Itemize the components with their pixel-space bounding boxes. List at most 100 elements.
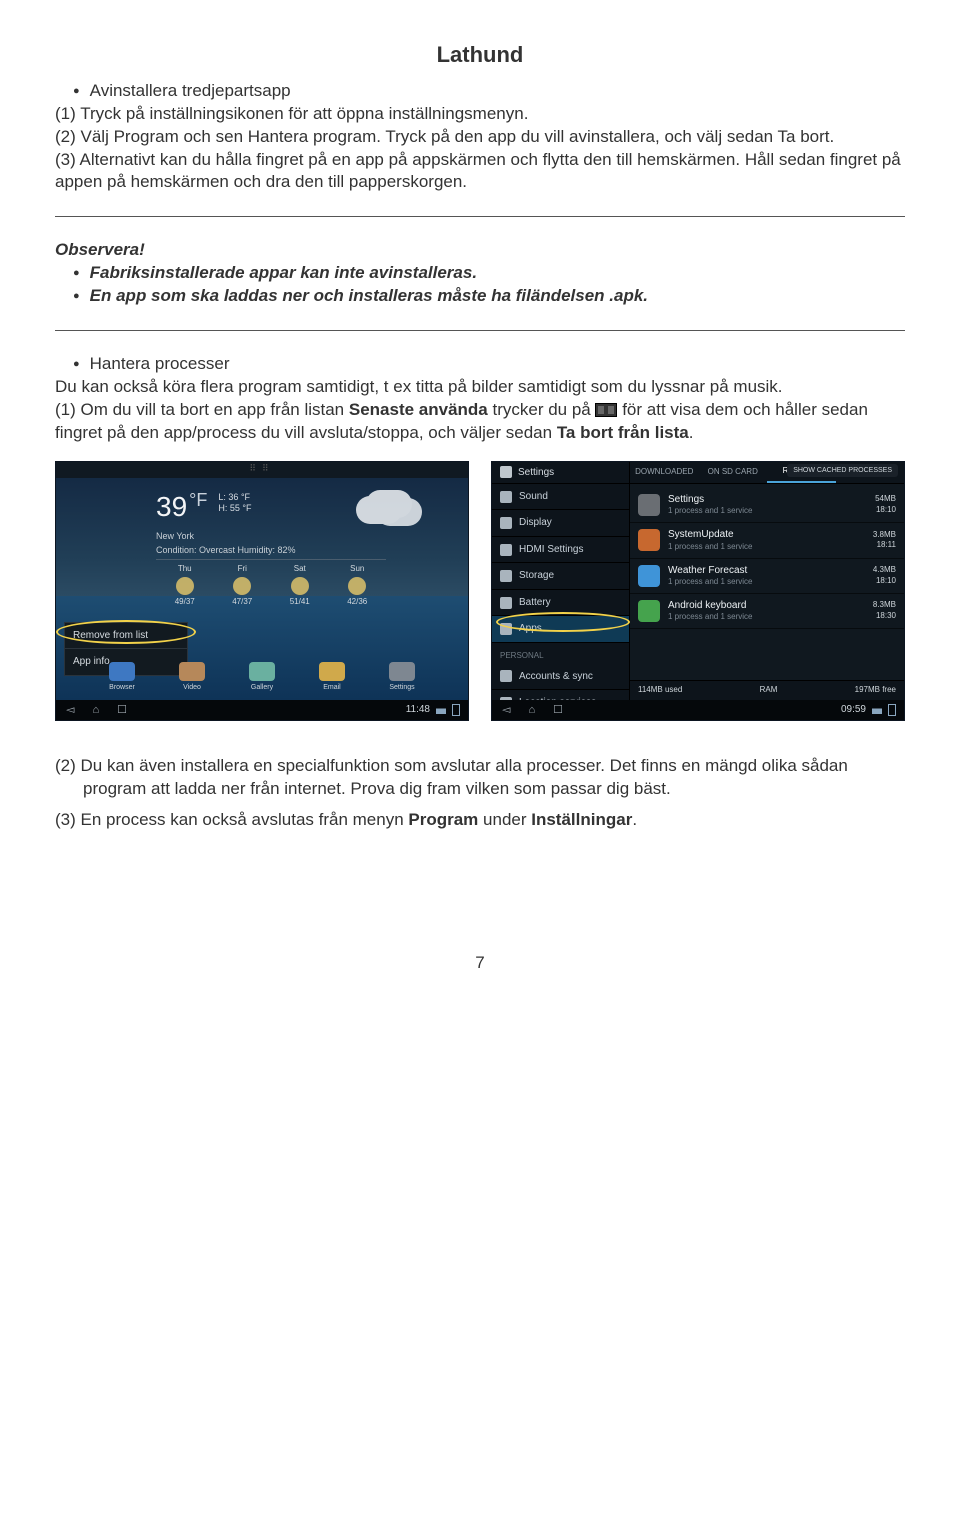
menu-display[interactable]: Display	[492, 510, 629, 537]
app-icon	[638, 600, 660, 622]
dock-browser[interactable]: Browser	[107, 662, 137, 692]
menu-label: Display	[519, 516, 552, 530]
dock: Browser Video Gallery Email Settings	[56, 654, 468, 700]
back-icon[interactable]: ◅	[66, 703, 74, 718]
app-row[interactable]: Android keyboard1 process and 1 service8…	[630, 594, 904, 629]
clock-time: 11:48	[406, 703, 430, 717]
app-time: 18:30	[873, 611, 896, 622]
wifi-icon	[872, 706, 882, 714]
app-size: 8.3MB	[873, 600, 896, 611]
temp-unit: °F	[189, 490, 207, 510]
app-row[interactable]: SystemUpdate1 process and 1 service3.8MB…	[630, 523, 904, 558]
dock-gallery[interactable]: Gallery	[247, 662, 277, 692]
app-icon	[638, 565, 660, 587]
home-icon[interactable]: ⌂	[92, 703, 99, 718]
t: Program	[408, 810, 478, 829]
app-sub: 1 process and 1 service	[668, 506, 867, 517]
menu-hdmi[interactable]: HDMI Settings	[492, 537, 629, 564]
storage-icon	[500, 570, 512, 582]
hdmi-icon	[500, 544, 512, 556]
note-heading: Observera!	[55, 239, 905, 262]
display-icon	[500, 517, 512, 529]
page-title: Lathund	[55, 40, 905, 70]
separator	[55, 330, 905, 331]
menu-label: Battery	[519, 596, 551, 610]
section1-heading-bullet: Avinstallera tredjepartsapp	[73, 80, 905, 103]
app-time: 18:11	[873, 540, 896, 551]
screenshot-home-context-menu: ⠿⠿ 39°F L: 36 °FH: 55 °F New York Condit…	[55, 461, 469, 721]
show-cached-button[interactable]: SHOW CACHED PROCESSES	[787, 464, 898, 477]
app-icon	[638, 529, 660, 551]
day-name: Fri	[214, 564, 272, 575]
weather-icon	[291, 577, 309, 595]
section3-step3: (3) En process kan också avslutas från m…	[55, 809, 905, 832]
ram-used: 114MB used	[638, 685, 682, 696]
screenshot-row: ⠿⠿ 39°F L: 36 °FH: 55 °F New York Condit…	[55, 461, 905, 721]
section1-step1: (1) Tryck på inställningsikonen för att …	[55, 103, 905, 126]
day-name: Thu	[156, 564, 214, 575]
temp-low: L: 36 °F	[218, 492, 250, 502]
battery-icon	[888, 704, 896, 716]
tab-sdcard[interactable]: ON SD CARD	[699, 462, 768, 483]
page-number: 7	[55, 952, 905, 975]
temp-value: 39	[156, 491, 187, 522]
section2-step1: (1) Om du vill ta bort en app från lista…	[55, 399, 905, 445]
app-name: Weather Forecast	[668, 564, 865, 578]
settings-title: Settings	[518, 466, 554, 480]
app-row[interactable]: Weather Forecast1 process and 1 service 4…	[630, 559, 904, 594]
t: Ta bort från lista	[557, 423, 689, 442]
section1-step3: (3) Alternativt kan du hålla fingret på …	[55, 149, 905, 195]
tab-downloaded[interactable]: DOWNLOADED	[630, 462, 699, 483]
weather-widget: 39°F L: 36 °FH: 55 °F New York Condition…	[156, 488, 386, 608]
app-time: 18:10	[875, 505, 896, 516]
clock-time: 09:59	[841, 703, 866, 717]
dock-settings[interactable]: Settings	[387, 662, 417, 692]
day-temp: 51/41	[271, 597, 329, 608]
app-sub: 1 process and 1 service	[668, 577, 865, 588]
menu-section-personal: PERSONAL	[492, 643, 629, 664]
separator	[55, 216, 905, 217]
day-temp: 49/37	[156, 597, 214, 608]
highlight-ellipse	[496, 612, 630, 632]
app-size: 4.3MB	[873, 565, 896, 576]
home-icon[interactable]: ⌂	[528, 703, 535, 718]
app-time: 18:10	[873, 576, 896, 587]
section2-heading: Hantera processer	[90, 354, 230, 373]
t: Inställningar	[531, 810, 632, 829]
t: under	[478, 810, 531, 829]
day-temp: 47/37	[214, 597, 272, 608]
menu-storage[interactable]: Storage	[492, 563, 629, 590]
weather-icon	[176, 577, 194, 595]
menu-sound[interactable]: Sound	[492, 484, 629, 511]
nav-bar: ◅ ⌂ ☐ 11:48	[56, 700, 468, 720]
menu-accounts[interactable]: Accounts & sync	[492, 664, 629, 691]
city-label: New York	[156, 530, 386, 542]
dock-label: Email	[323, 683, 341, 692]
dock-video[interactable]: Video	[177, 662, 207, 692]
recent-apps-icon	[595, 403, 617, 417]
app-name: Settings	[668, 493, 867, 507]
status-bar-top: ⠿⠿	[56, 462, 468, 478]
menu-label: Accounts & sync	[519, 670, 593, 684]
app-name: SystemUpdate	[668, 528, 865, 542]
dock-email[interactable]: Email	[317, 662, 347, 692]
section2-heading-bullet: Hantera processer	[73, 353, 905, 376]
recent-icon[interactable]: ☐	[553, 703, 563, 718]
app-row[interactable]: Settings1 process and 1 service54MB18:10	[630, 488, 904, 523]
ram-label: RAM	[760, 685, 778, 696]
weather-icon	[348, 577, 366, 595]
condition-label: Condition: Overcast Humidity: 82%	[156, 544, 386, 560]
t: trycker du på	[488, 400, 596, 419]
section1-heading: Avinstallera tredjepartsapp	[90, 81, 291, 100]
recent-icon[interactable]: ☐	[117, 703, 127, 718]
menu-label: Sound	[519, 490, 548, 504]
section2-intro: Du kan också köra flera program samtidig…	[55, 376, 905, 399]
sound-icon	[500, 491, 512, 503]
settings-icon	[500, 466, 512, 478]
day-name: Sun	[329, 564, 387, 575]
note-bullets: Fabriksinstallerade appar kan inte avins…	[73, 262, 905, 308]
sync-icon	[500, 670, 512, 682]
back-icon[interactable]: ◅	[502, 703, 510, 718]
t: Senaste använda	[349, 400, 488, 419]
weather-icon	[233, 577, 251, 595]
